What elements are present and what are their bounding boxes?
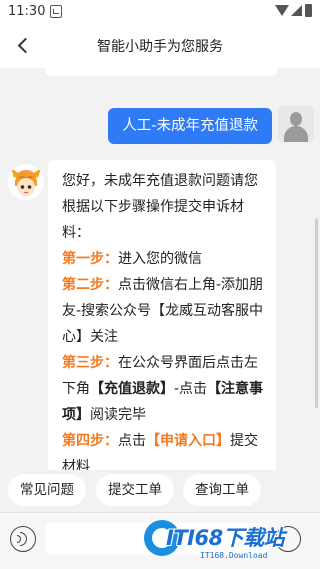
step-2: 第二步：点击微信右上角-添加朋友-搜索公众号【龙威互动客服中心】关注: [62, 272, 264, 350]
notification-icon: [50, 5, 62, 18]
step-1: 第一步：进入您的微信: [62, 246, 264, 272]
step-text: -点击: [174, 381, 208, 397]
user-head-icon: [290, 112, 302, 126]
user-shoulders-icon: [284, 126, 308, 142]
step-text: 进入您的微信: [118, 251, 202, 267]
step-4: 第四步：点击【申请入口】提交材料: [62, 428, 264, 470]
step-label: 第四步：: [62, 433, 118, 449]
user-message-bubble: 人工-未成年充值退款: [108, 108, 272, 144]
chat-area[interactable]: 人工-未成年充值退款 您好，未成年充值退款问题请您根据以下步骤操作提交申诉材料：…: [0, 68, 320, 470]
status-time: 11:30: [8, 4, 46, 19]
chat-scrollbar[interactable]: [315, 218, 318, 408]
faq-button[interactable]: 常见问题: [8, 474, 86, 506]
quick-reply-bar: 常见问题 提交工单 查询工单: [0, 470, 320, 512]
user-avatar: [278, 106, 314, 142]
input-bar: [0, 512, 320, 569]
step-text: 点击: [118, 433, 146, 449]
status-bar: 11:30: [0, 0, 320, 24]
user-message-row: 人工-未成年充值退款: [14, 106, 314, 146]
step-label: 第三步：: [62, 355, 118, 371]
bot-intro-text: 您好，未成年充值退款问题请您根据以下步骤操作提交申诉材料：: [62, 173, 258, 241]
nav-bar: 智能小助手为您服务: [0, 24, 320, 68]
wifi-icon: [275, 5, 289, 16]
recharge-refund-keyword: 【充值退款】: [90, 381, 174, 397]
step-text: 阅读完毕: [90, 407, 146, 423]
step-label: 第一步：: [62, 251, 118, 267]
apply-entry-link[interactable]: 【申请入口】: [146, 433, 230, 449]
emoji-icon[interactable]: [275, 526, 301, 552]
step-label: 第二步：: [62, 277, 118, 293]
voice-icon[interactable]: [10, 526, 36, 552]
signal-icon: [291, 5, 302, 16]
page-title: 智能小助手为您服务: [97, 39, 223, 55]
step-3: 第三步：在公众号界面后点击左下角【充值退款】-点击【注意事项】阅读完毕: [62, 350, 264, 428]
bot-avatar: [8, 164, 44, 200]
previous-message-bubble: [45, 68, 277, 76]
query-ticket-button[interactable]: 查询工单: [183, 474, 261, 506]
battery-icon: [305, 4, 312, 17]
submit-ticket-button[interactable]: 提交工单: [96, 474, 174, 506]
bot-avatar-icon: [8, 164, 44, 200]
message-input[interactable]: [46, 523, 266, 555]
bot-message-bubble: 您好，未成年充值退款问题请您根据以下步骤操作提交申诉材料： 第一步：进入您的微信…: [48, 160, 276, 470]
